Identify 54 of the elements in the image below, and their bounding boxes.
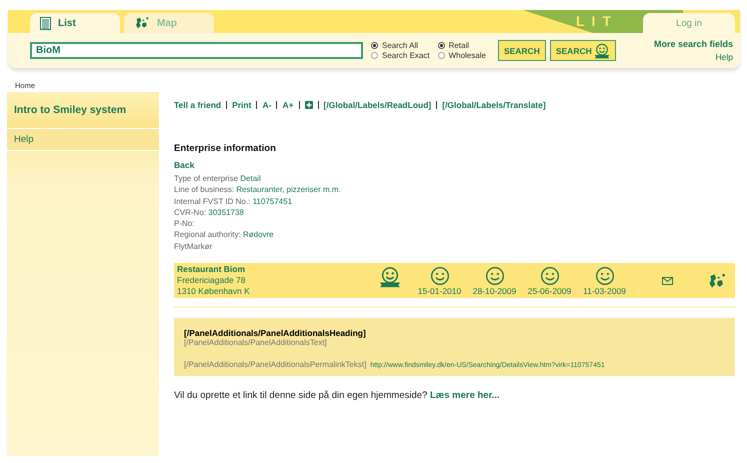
- permalink-label: [/PanelAdditionals/PanelAdditionalsPermalinkTekst]: [184, 360, 366, 370]
- mail-icon[interactable]: [662, 276, 672, 285]
- smiley-icon: [540, 266, 560, 286]
- field-row-text: CVR-No: 30351738: [174, 206, 245, 218]
- help-link[interactable]: Help: [716, 52, 733, 62]
- field-row-text: Regional authority: Rødovre: [174, 229, 275, 241]
- smiley-icon: [594, 266, 614, 286]
- toolbar-link[interactable]: [/Global/Labels/Translate]: [442, 100, 546, 110]
- inspection-date: 25-06-2009: [528, 286, 572, 296]
- inspection-date: 15-01-2010: [418, 286, 462, 296]
- radio-button[interactable]: [438, 52, 445, 59]
- field-row-text: FlytMarkør: [174, 240, 214, 252]
- banner-logo: LIT: [576, 13, 618, 29]
- field-row-text: Internal FVST ID No.: 110757451: [174, 196, 294, 207]
- toolbar-link[interactable]: Tell a friend: [174, 100, 222, 110]
- smiley-icon: [430, 266, 450, 286]
- radio-button[interactable]: [438, 42, 445, 49]
- restaurant-name[interactable]: Restaurant Biom: [177, 264, 367, 276]
- radio-label: Search Exact: [382, 51, 430, 60]
- address-line: Fredericiagade 78: [177, 275, 247, 286]
- plus-icon[interactable]: [304, 101, 313, 109]
- panel-text: [/PanelAdditionals/PanelAdditionalsText]: [184, 338, 328, 348]
- toolbar-link[interactable]: [/Global/Labels/ReadLoud]: [324, 100, 432, 110]
- toolbar-link[interactable]: A+: [282, 100, 294, 110]
- back-link[interactable]: Back: [174, 160, 194, 170]
- radio-label: Retail: [448, 41, 470, 50]
- panel-heading: [/PanelAdditionals/PanelAdditionalsHeading]: [184, 328, 367, 338]
- radio-label: Search All: [382, 41, 418, 50]
- field-row-text: Line of business: Restauranter, pizzeriser m.m.: [174, 184, 342, 196]
- section-heading: Enterprise information: [174, 143, 277, 154]
- field-row-text: P-No:: [174, 218, 196, 230]
- sidebar-item[interactable]: Intro to Smiley system: [7, 92, 159, 129]
- search-button[interactable]: SEARCH: [550, 40, 616, 61]
- login-tab[interactable]: Log in: [643, 13, 735, 33]
- toolbar-link[interactable]: A-: [262, 100, 272, 110]
- address-line: 1310 København K: [177, 286, 251, 298]
- smiley-icon: [484, 266, 504, 286]
- map-icon[interactable]: [134, 15, 150, 31]
- list-icon: [40, 16, 51, 30]
- more-search-fields-link[interactable]: More search fields: [654, 39, 733, 49]
- field-row-text: Type of enterprise Detail: [174, 173, 262, 184]
- inspection-date: 28-10-2009: [472, 286, 516, 296]
- search-field[interactable]: BioM: [30, 42, 363, 59]
- tab[interactable]: List: [30, 13, 120, 33]
- radio-label: Wholesale: [448, 51, 486, 60]
- search-button[interactable]: SEARCH: [498, 40, 546, 61]
- sidebar-item[interactable]: Help: [7, 129, 159, 151]
- inspection-date: 11-03-2009: [583, 286, 626, 296]
- radio-button[interactable]: [371, 42, 378, 49]
- footer-text: Vil du oprette et link til denne side på din egen hjemmeside? Læs mere her...: [174, 390, 501, 402]
- smiley-icon: [594, 42, 610, 58]
- toolbar-link[interactable]: Print: [232, 100, 252, 110]
- radio-button[interactable]: [371, 52, 378, 59]
- read-more-link[interactable]: Læs mere her...: [430, 390, 500, 402]
